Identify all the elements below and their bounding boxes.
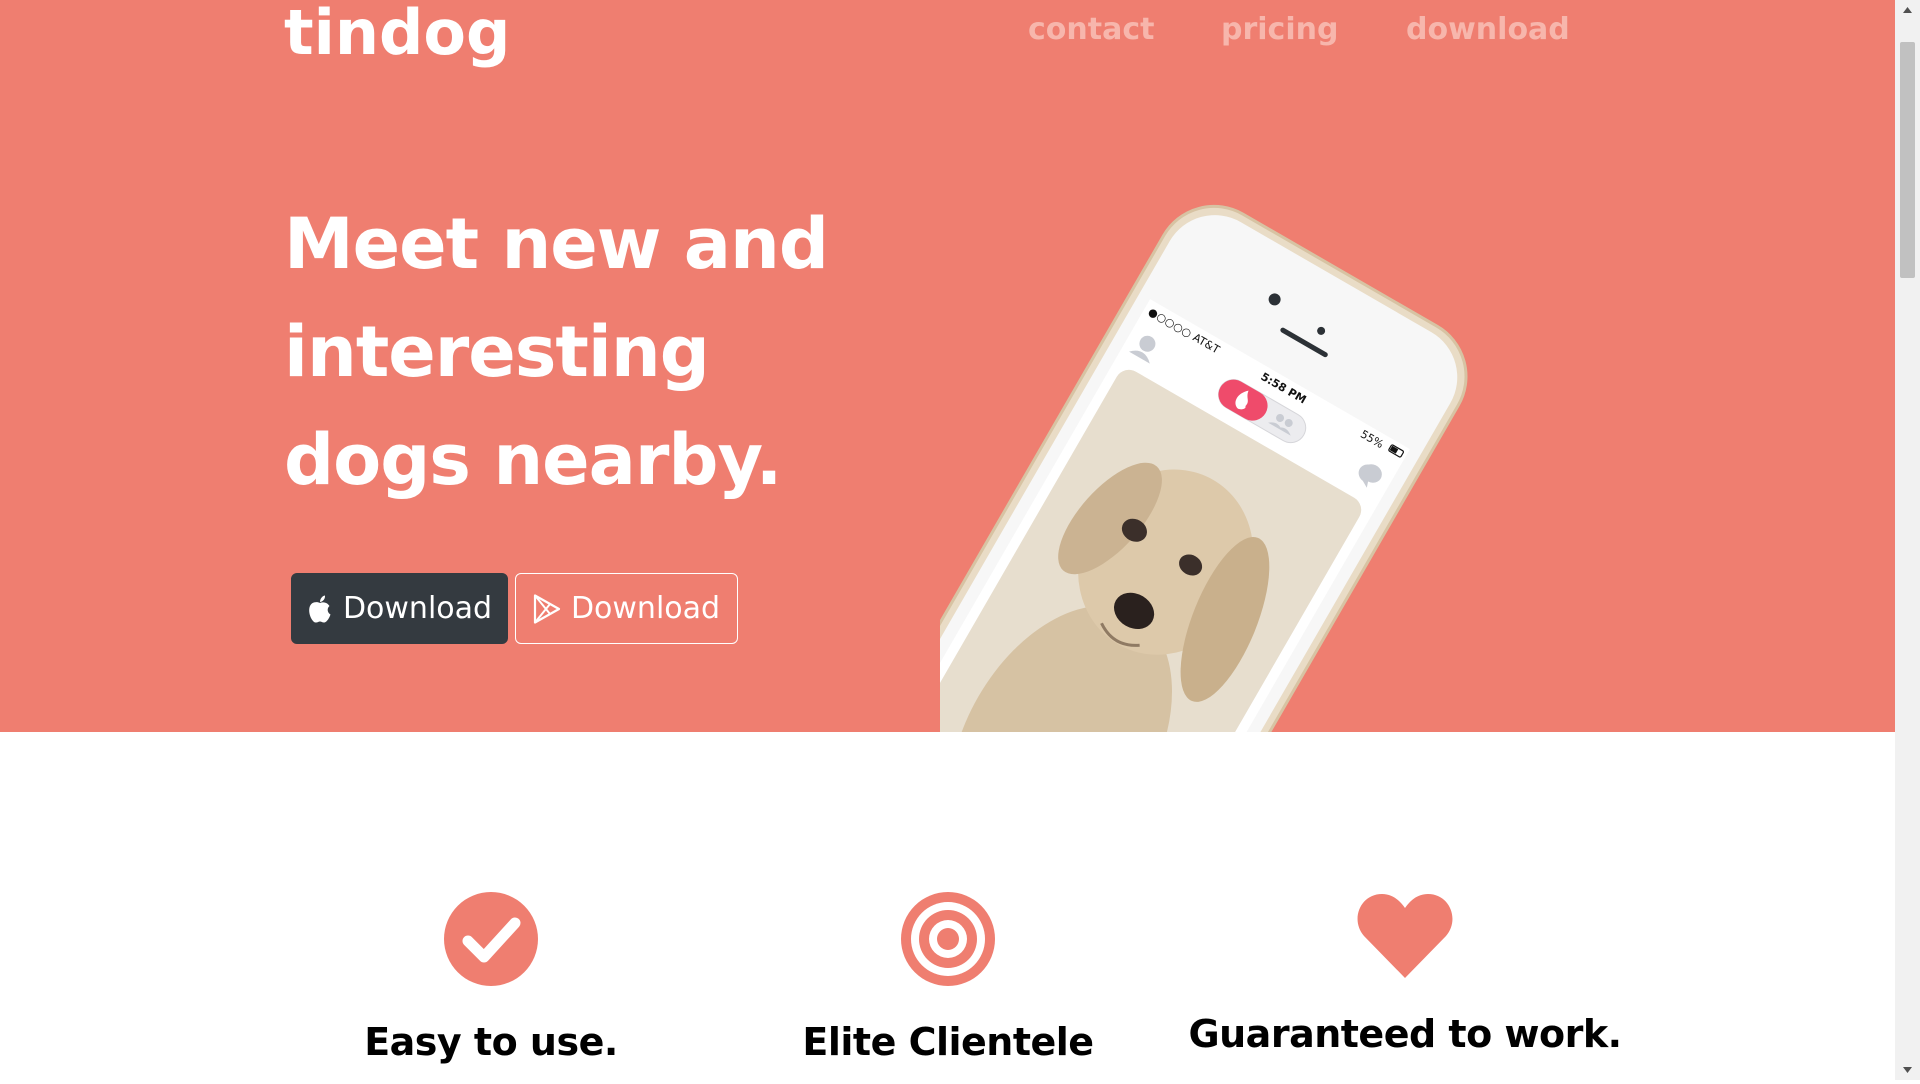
hero-section: tindog contact pricing download Meet new… <box>0 0 1895 732</box>
google-play-icon <box>533 593 561 624</box>
headline-line-3: dogs nearby. <box>284 419 782 501</box>
headline-line-1: Meet new and <box>284 203 829 285</box>
feature-title: Elite Clientele <box>802 1020 1094 1064</box>
phone-mockup: ●○○○○ AT&T 5:58 PM 55% <box>852 150 1640 732</box>
scroll-up-arrow-icon[interactable] <box>1895 0 1920 20</box>
nav-link-contact[interactable]: contact <box>1028 12 1154 47</box>
feature-easy-to-use: Easy to use. <box>261 892 721 1064</box>
nav-link-pricing[interactable]: pricing <box>1221 12 1338 47</box>
headline-line-2: interesting <box>284 311 710 393</box>
heart-icon <box>1175 892 1635 978</box>
google-play-download-label: Download <box>570 591 721 626</box>
bullseye-icon <box>718 892 1178 986</box>
scrollbar-thumb[interactable] <box>1900 42 1915 278</box>
apple-download-label: Download <box>342 591 493 626</box>
page: tindog contact pricing download Meet new… <box>0 0 1895 1080</box>
nav-link-download[interactable]: download <box>1406 12 1570 47</box>
feature-title: Easy to use. <box>364 1020 618 1064</box>
feature-guaranteed-to-work: Guaranteed to work. <box>1175 892 1635 1056</box>
feature-title: Guaranteed to work. <box>1188 1012 1622 1056</box>
apple-download-button[interactable]: Download <box>291 573 508 644</box>
apple-icon <box>307 594 333 624</box>
hero-headline: Meet new and interesting dogs nearby. <box>284 190 904 514</box>
features-section: Easy to use. Elite Clientele Guaranteed … <box>0 732 1895 1080</box>
check-circle-icon <box>261 892 721 986</box>
vertical-scrollbar[interactable] <box>1895 0 1920 1080</box>
google-play-download-button[interactable]: Download <box>515 573 738 644</box>
scroll-down-arrow-icon[interactable] <box>1895 1060 1920 1080</box>
feature-elite-clientele: Elite Clientele <box>718 892 1178 1064</box>
top-nav: contact pricing download <box>0 12 1895 52</box>
